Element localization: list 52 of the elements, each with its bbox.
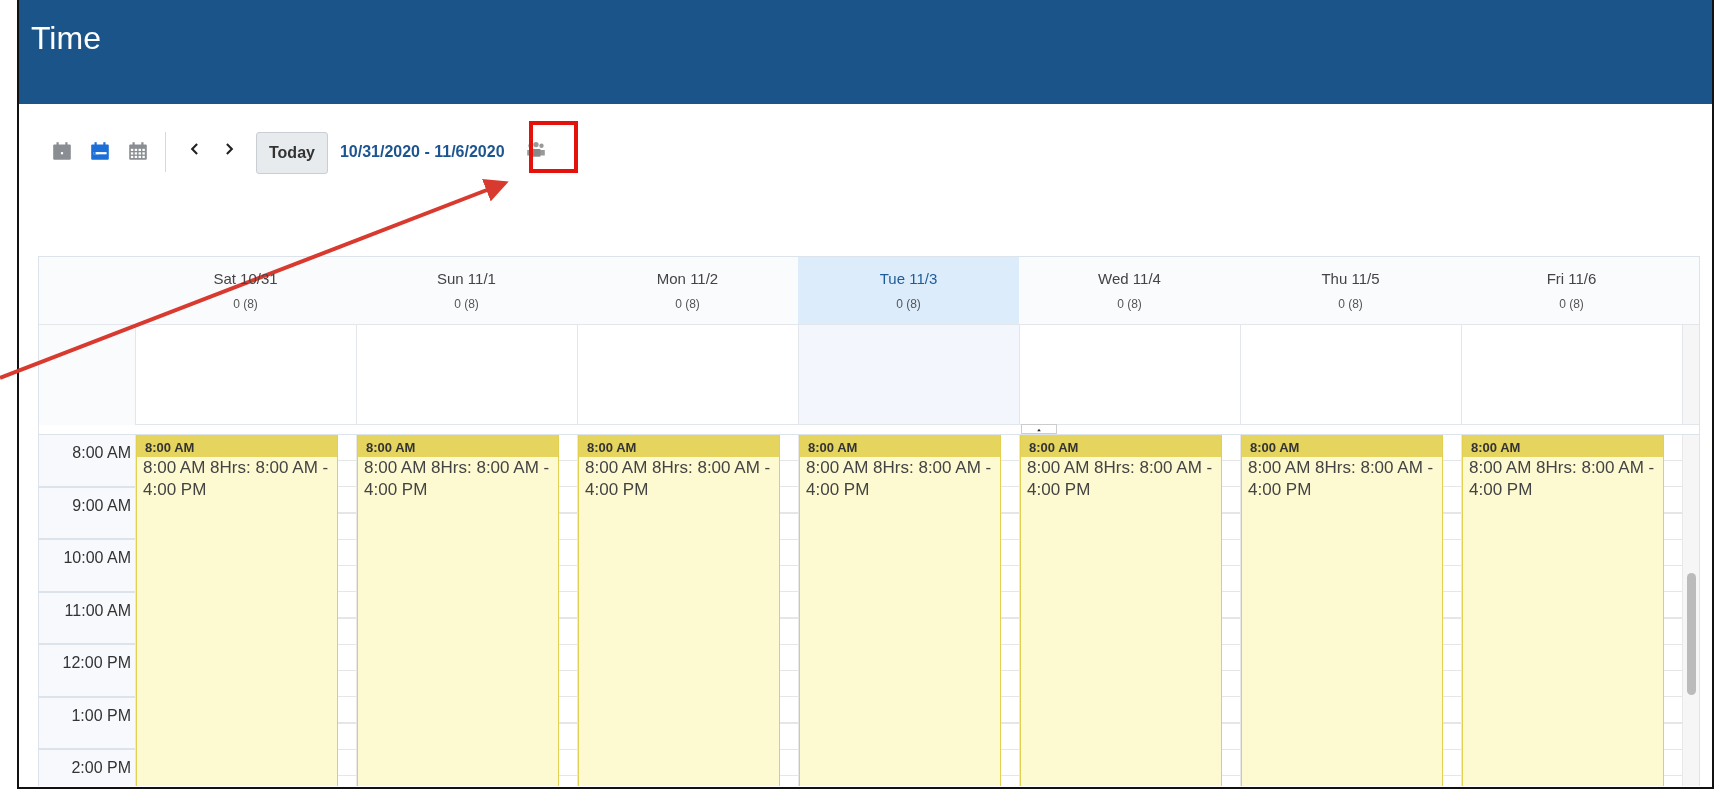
time-entry[interactable]: 8:00 AM 8:00 AM 8Hrs: 8:00 AM - 4:00 PM [1020,435,1222,786]
day-label: Tue 11/3 [879,269,938,289]
time-label: 9:00 AM [72,496,131,514]
time-entry[interactable]: 8:00 AM 8:00 AM 8Hrs: 8:00 AM - 4:00 PM [136,435,338,786]
entry-text: 8:00 AM 8Hrs: 8:00 AM - 4:00 PM [1247,457,1435,502]
time-entry[interactable]: 8:00 AM 8:00 AM 8Hrs: 8:00 AM - 4:00 PM [1241,435,1443,786]
time-label: 11:00 AM [64,601,131,619]
calendar-icon [51,140,73,162]
entry-time: 8:00 AM [800,435,1000,457]
day-hours: 0 (8) [1338,296,1363,313]
day-hours: 0 (8) [1559,296,1584,313]
entry-time: 8:00 AM [1242,435,1442,457]
day-hours: 0 (8) [233,296,258,313]
calendar-icon [89,140,111,162]
entry-text: 8:00 AM 8Hrs: 8:00 AM - 4:00 PM [584,457,772,502]
page-title: Time [31,20,101,56]
entry-text: 8:00 AM 8Hrs: 8:00 AM - 4:00 PM [1026,457,1214,502]
entry-time: 8:00 AM [137,435,337,457]
day-label: Thu 11/5 [1321,269,1380,289]
entry-text: 8:00 AM 8Hrs: 8:00 AM - 4:00 PM [142,457,330,502]
entry-time: 8:00 AM [1463,435,1663,457]
day-label: Fri 11/6 [1546,269,1597,289]
time-entry[interactable]: 8:00 AM 8:00 AM 8Hrs: 8:00 AM - 4:00 PM [357,435,559,786]
day-label: Sun 11/1 [437,269,496,289]
time-label: 10:00 AM [63,549,131,566]
entry-text: 8:00 AM 8Hrs: 8:00 AM - 4:00 PM [363,457,551,502]
day-hours: 0 (8) [675,296,700,313]
entry-time: 8:00 AM [579,435,779,457]
day-label: Mon 11/2 [656,269,719,289]
day-hours: 0 (8) [454,296,479,313]
scrollbar-thumb[interactable] [1687,573,1696,695]
collapse-toggle[interactable] [1021,424,1057,434]
entry-text: 8:00 AM 8Hrs: 8:00 AM - 4:00 PM [805,457,993,502]
time-label: 1:00 PM [71,706,131,724]
entry-time: 8:00 AM [1021,435,1221,457]
day-hours: 0 (8) [896,296,921,313]
entry-time: 8:00 AM [358,435,558,457]
time-entry[interactable]: 8:00 AM 8:00 AM 8Hrs: 8:00 AM - 4:00 PM [578,435,780,786]
time-entry[interactable]: 8:00 AM 8:00 AM 8Hrs: 8:00 AM - 4:00 PM [799,435,1001,786]
time-entry[interactable]: 8:00 AM 8:00 AM 8Hrs: 8:00 AM - 4:00 PM [1462,435,1664,786]
day-label: Wed 11/4 [1098,269,1161,289]
entry-text: 8:00 AM 8Hrs: 8:00 AM - 4:00 PM [1468,457,1656,502]
date-range: 10/31/2020 - 11/6/2020 [339,142,505,162]
calendar-icon [127,140,149,162]
day-hours: 0 (8) [1117,296,1142,313]
caret-icon [1035,427,1043,433]
time-label: 12:00 PM [62,654,131,671]
highlight-box [529,121,578,173]
today-button[interactable]: Today [256,132,328,174]
time-label: 8:00 AM [72,444,131,461]
scrollbar[interactable] [1682,435,1699,786]
time-label: 2:00 PM [71,759,131,776]
